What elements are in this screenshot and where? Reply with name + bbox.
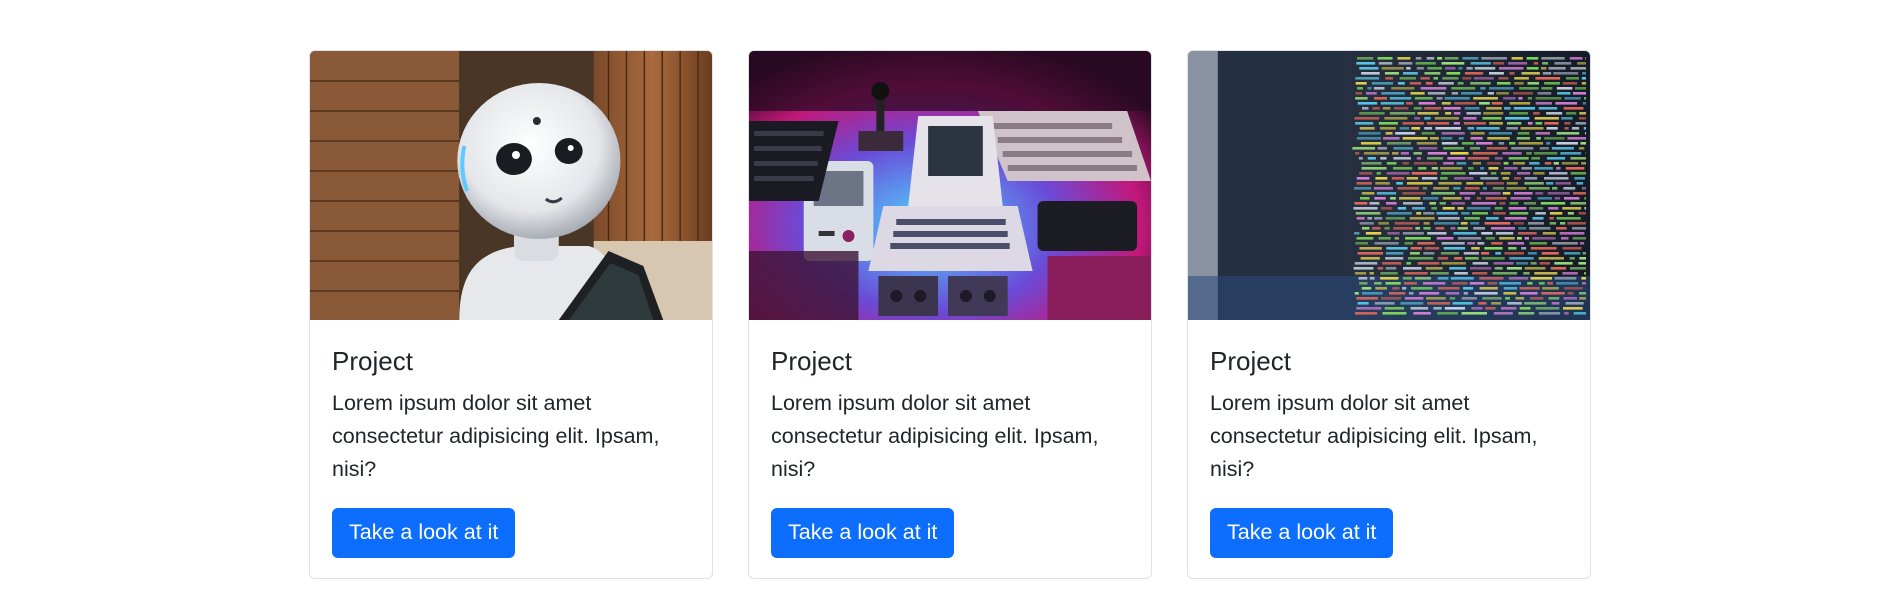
card-body: Project Lorem ipsum dolor sit amet conse… bbox=[310, 320, 712, 578]
project-card-list: Project Lorem ipsum dolor sit amet conse… bbox=[309, 50, 1591, 579]
robot-photo bbox=[310, 51, 712, 320]
take-a-look-button[interactable]: Take a look at it bbox=[771, 508, 955, 558]
project-card: Project Lorem ipsum dolor sit amet conse… bbox=[1187, 50, 1591, 579]
project-card: Project Lorem ipsum dolor sit amet conse… bbox=[748, 50, 1152, 579]
card-description: Lorem ipsum dolor sit amet consectetur a… bbox=[1210, 391, 1538, 482]
card-body: Project Lorem ipsum dolor sit amet conse… bbox=[749, 320, 1151, 578]
card-description: Lorem ipsum dolor sit amet consectetur a… bbox=[332, 391, 660, 482]
card-title: Project bbox=[771, 346, 852, 376]
project-card: Project Lorem ipsum dolor sit amet conse… bbox=[309, 50, 713, 579]
card-body: Project Lorem ipsum dolor sit amet conse… bbox=[1188, 320, 1590, 578]
projects-page: Project Lorem ipsum dolor sit amet conse… bbox=[0, 0, 1893, 601]
take-a-look-button[interactable]: Take a look at it bbox=[1210, 508, 1394, 558]
card-description: Lorem ipsum dolor sit amet consectetur a… bbox=[771, 391, 1099, 482]
card-title: Project bbox=[1210, 346, 1291, 376]
card-title: Project bbox=[332, 346, 413, 376]
retro-computers-photo bbox=[749, 51, 1151, 320]
code-screen-photo bbox=[1188, 51, 1590, 320]
take-a-look-button[interactable]: Take a look at it bbox=[332, 508, 516, 558]
